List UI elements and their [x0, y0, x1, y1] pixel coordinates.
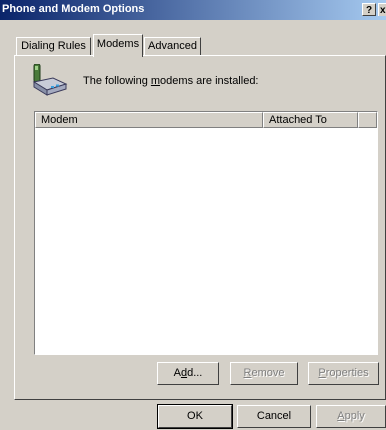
- modems-list[interactable]: Modem Attached To: [34, 111, 378, 355]
- window-title: Phone and Modem Options: [2, 3, 145, 15]
- column-header-attached-to[interactable]: Attached To: [263, 112, 358, 128]
- modem-phone-icon: [32, 64, 68, 96]
- title-bar: Phone and Modem Options ? x: [0, 0, 386, 20]
- tab-modems[interactable]: Modems: [93, 34, 143, 57]
- column-header-filler: [358, 112, 377, 128]
- column-header-modem[interactable]: Modem: [35, 112, 263, 128]
- close-button[interactable]: x: [378, 3, 386, 16]
- modems-description: The following modems are installed:: [83, 75, 259, 87]
- ok-button[interactable]: OK: [157, 404, 233, 429]
- add-button[interactable]: Add...: [157, 362, 219, 385]
- help-button[interactable]: ?: [362, 3, 376, 16]
- remove-button[interactable]: Remove: [230, 362, 298, 385]
- tab-dialing-rules[interactable]: Dialing Rules: [16, 37, 91, 55]
- cancel-button[interactable]: Cancel: [237, 405, 311, 428]
- tab-advanced[interactable]: Advanced: [144, 37, 201, 55]
- properties-button[interactable]: Properties: [308, 362, 379, 385]
- apply-button[interactable]: Apply: [316, 405, 386, 428]
